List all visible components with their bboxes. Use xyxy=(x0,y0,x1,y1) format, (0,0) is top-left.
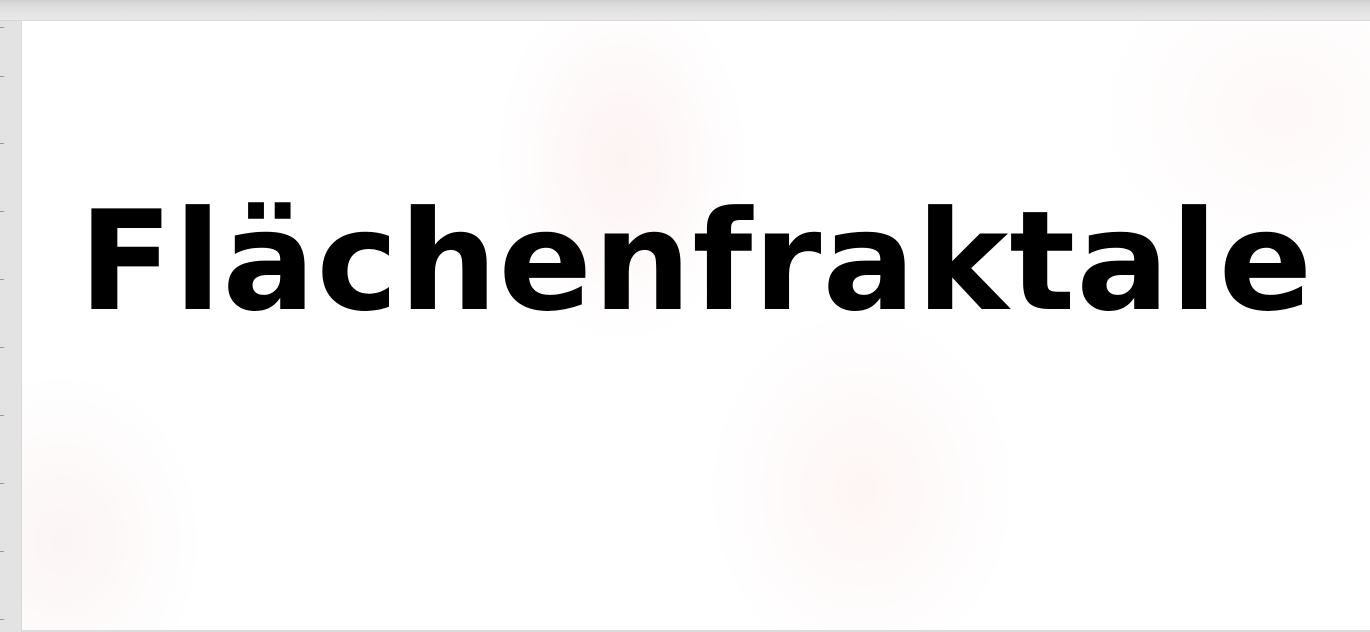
slide-canvas[interactable]: Flächenfraktale xyxy=(22,21,1370,630)
ruler-tick xyxy=(0,347,4,348)
vertical-ruler xyxy=(0,21,22,632)
ruler-tick xyxy=(0,211,4,212)
presentation-editor-window: Flächenfraktale xyxy=(0,0,1370,632)
ruler-tick xyxy=(0,76,4,77)
ruler-tick xyxy=(0,27,4,28)
ruler-tick xyxy=(0,483,4,484)
ruler-tick xyxy=(0,551,4,552)
ruler-tick xyxy=(0,143,4,144)
ruler-tick xyxy=(0,279,4,280)
ruler-tick xyxy=(0,619,4,620)
ruler-tick xyxy=(0,415,4,416)
slide-title[interactable]: Flächenfraktale xyxy=(22,193,1370,331)
horizontal-ruler xyxy=(0,0,1370,21)
